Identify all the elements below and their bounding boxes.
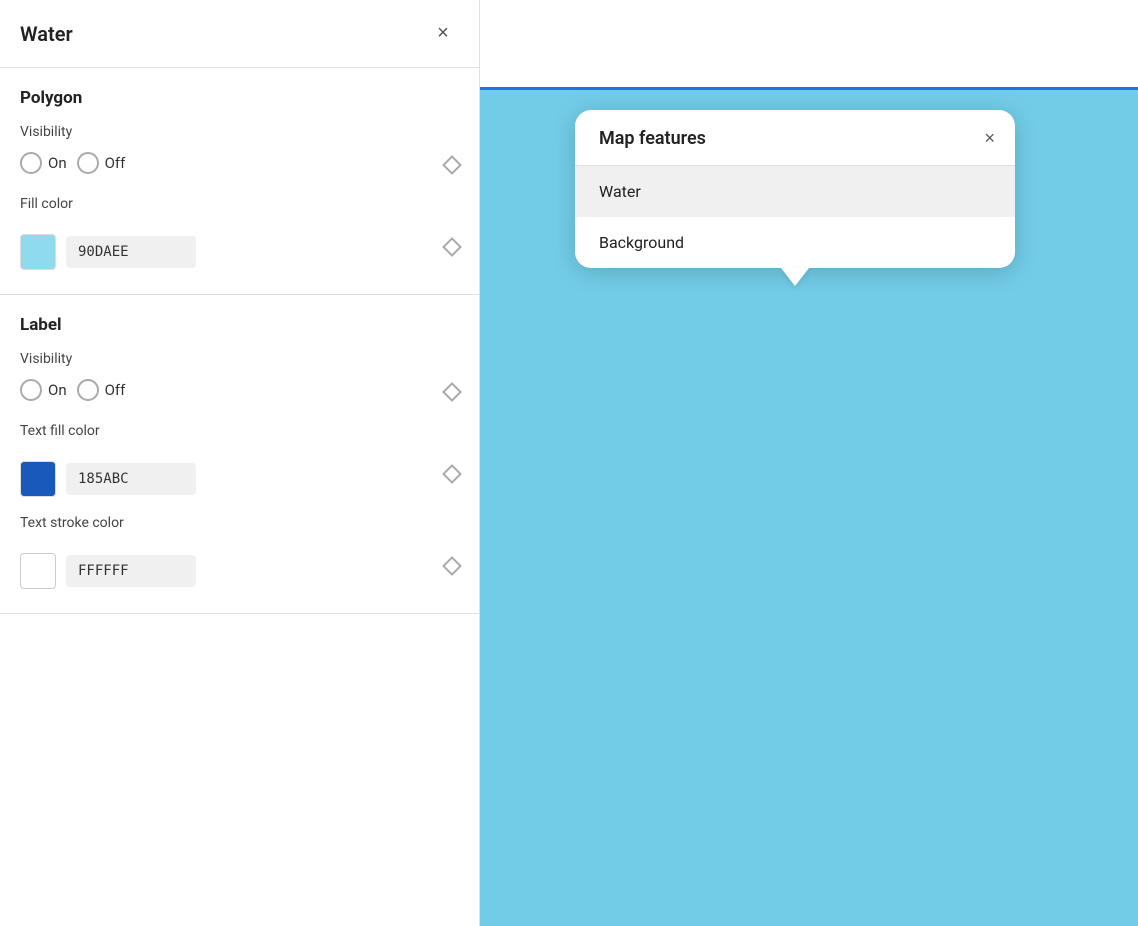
polygon-visibility-label: Visibility <box>20 124 459 140</box>
label-visibility-label: Visibility <box>20 351 459 367</box>
label-radio-off-label: Off <box>105 381 126 399</box>
label-radio-on-circle <box>20 379 42 401</box>
map-top-bar <box>480 0 1138 90</box>
polygon-visibility-row: On Off <box>20 152 459 178</box>
map-panel: Map features × Water Background <box>480 0 1138 926</box>
label-radio-off[interactable]: Off <box>77 379 126 401</box>
label-radio-off-circle <box>77 379 99 401</box>
label-text-fill-color-input[interactable] <box>66 463 196 495</box>
label-text-stroke-color-input[interactable] <box>66 555 196 587</box>
panel-header: Water × <box>0 0 479 68</box>
polygon-radio-on-label: On <box>48 154 67 172</box>
polygon-radio-group: On Off <box>20 152 125 174</box>
label-text-fill-color-swatch[interactable] <box>20 461 56 497</box>
polygon-radio-off[interactable]: Off <box>77 152 126 174</box>
polygon-radio-off-circle <box>77 152 99 174</box>
polygon-section-title: Polygon <box>20 88 459 108</box>
label-section-title: Label <box>20 315 459 335</box>
polygon-color-row <box>20 234 196 270</box>
label-visibility-diamond-icon <box>442 382 462 402</box>
label-text-fill-color-swatch-row <box>20 461 196 497</box>
polygon-fill-color-label: Fill color <box>20 196 459 212</box>
popup-title: Map features <box>599 128 706 149</box>
label-text-fill-color-label: Text fill color <box>20 423 459 439</box>
polygon-radio-off-label: Off <box>105 154 126 172</box>
polygon-fill-color-row <box>20 224 459 270</box>
label-text-stroke-color-swatch[interactable] <box>20 553 56 589</box>
polygon-fill-color-swatch[interactable] <box>20 234 56 270</box>
panel-title: Water <box>20 22 73 46</box>
polygon-section: Polygon Visibility On Off Fill color <box>0 68 479 295</box>
label-text-stroke-swatch-row <box>20 553 196 589</box>
label-radio-on-label: On <box>48 381 67 399</box>
label-text-fill-diamond-icon <box>442 464 462 484</box>
close-icon: × <box>437 22 449 45</box>
popup-item-water-label: Water <box>599 182 641 201</box>
label-radio-on[interactable]: On <box>20 379 67 401</box>
polygon-radio-on[interactable]: On <box>20 152 67 174</box>
popup-item-water[interactable]: Water <box>575 166 1015 217</box>
popup-header: Map features × <box>575 110 1015 166</box>
label-text-stroke-color-label: Text stroke color <box>20 515 459 531</box>
label-text-fill-color-row <box>20 451 459 497</box>
label-section: Label Visibility On Off Text fill color <box>0 295 479 614</box>
label-text-stroke-color-row <box>20 543 459 589</box>
popup-close-button[interactable]: × <box>984 128 995 149</box>
popup-item-background-label: Background <box>599 233 684 252</box>
label-text-stroke-diamond-icon <box>442 556 462 576</box>
polygon-fill-color-input[interactable] <box>66 236 196 268</box>
popup-item-background[interactable]: Background <box>575 217 1015 268</box>
label-visibility-row: On Off <box>20 379 459 405</box>
panel-close-button[interactable]: × <box>427 18 459 50</box>
map-features-popup: Map features × Water Background <box>575 110 1015 268</box>
polygon-fill-color-diamond-icon <box>442 237 462 257</box>
polygon-radio-on-circle <box>20 152 42 174</box>
popup-close-icon: × <box>984 128 995 148</box>
polygon-visibility-diamond-icon <box>442 155 462 175</box>
label-radio-group: On Off <box>20 379 125 401</box>
left-panel: Water × Polygon Visibility On Off Fill c… <box>0 0 480 926</box>
